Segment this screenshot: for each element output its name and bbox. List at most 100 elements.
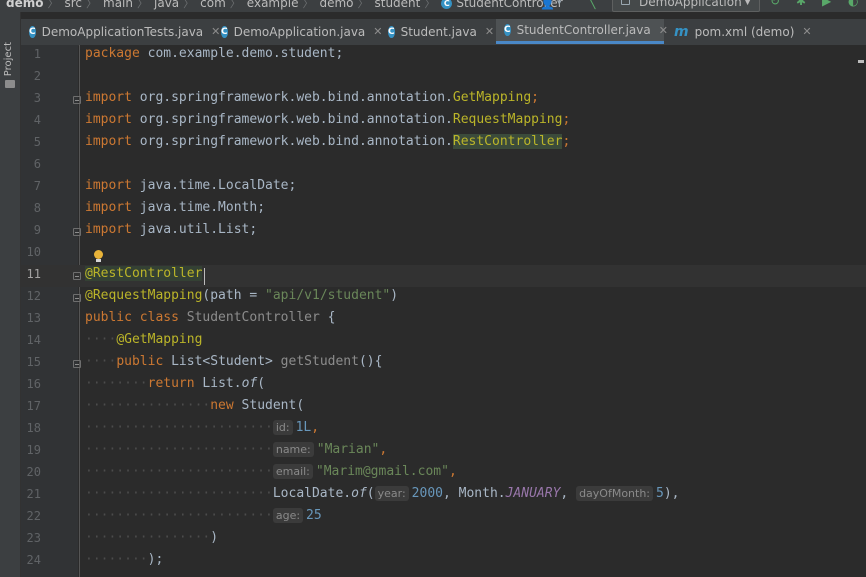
fold-marker-icon[interactable] — [73, 96, 81, 104]
line-number: 2 — [33, 69, 41, 83]
fold-marker-icon[interactable] — [73, 272, 81, 280]
tab-pom-xml[interactable]: m pom.xml (demo) ✕ — [666, 19, 812, 44]
import-path: org.springframework.web.bind.annotation. — [131, 134, 453, 149]
method-name: getStudent — [272, 354, 359, 369]
breadcrumb-item-example[interactable]: example — [247, 0, 299, 10]
run-configuration-label: DemoApplication — [639, 0, 742, 9]
import-path: org.springframework.web.bind.annotation. — [131, 112, 453, 127]
import-class-highlighted: RestController — [452, 134, 563, 149]
keyword: import — [85, 178, 132, 193]
return-type: List<Student> — [163, 354, 273, 369]
chevron-down-icon[interactable]: ▾ — [557, 0, 562, 8]
code-line-13: public class StudentController { — [85, 310, 335, 325]
build-hammer-icon[interactable]: ╲ — [587, 0, 595, 10]
navigation-bar: demo 〉 src 〉 main 〉 java 〉 com 〉 example 〉 dem… — [0, 0, 866, 12]
keyword: import — [85, 134, 132, 149]
code-line-4: import org.springframework.web.bind.anno… — [85, 112, 570, 127]
close-paren: ), — [663, 486, 680, 501]
line-number: 5 — [33, 135, 41, 149]
breadcrumb-separator: 〉 — [424, 0, 436, 10]
expression: List. — [194, 376, 242, 391]
code-line-8: import java.time.Month; — [85, 200, 265, 215]
breadcrumb-item-java[interactable]: java — [154, 0, 179, 10]
fold-marker-icon[interactable] — [73, 294, 81, 302]
run-configuration-select[interactable]: DemoApplication ▼ — [612, 0, 760, 12]
line-number: 13 — [26, 311, 41, 325]
class-name: StudentController — [178, 310, 320, 325]
string-literal: "Marim@gmail.com" — [315, 464, 449, 479]
code-line-11: @RestController — [85, 266, 203, 281]
line-number: 14 — [26, 333, 41, 347]
breadcrumb-item-com[interactable]: com — [200, 0, 226, 10]
tab-student[interactable]: C Student.java ✕ — [380, 19, 494, 44]
class-icon: C — [504, 24, 511, 36]
class-icon: C — [441, 0, 453, 9]
keyword: import — [85, 200, 132, 215]
brace: { — [319, 310, 336, 325]
keyword: new — [210, 398, 234, 413]
annotation: @GetMapping — [116, 332, 203, 347]
tab-label: StudentController.java — [516, 23, 651, 37]
profile-icon[interactable]: ◐ — [848, 0, 858, 8]
folder-icon[interactable] — [5, 80, 15, 88]
code-line-15: ····public List<Student> getStudent(){ — [85, 354, 383, 369]
run-with-coverage-icon[interactable]: ▶ — [822, 0, 831, 8]
line-number-current: 11 — [26, 267, 41, 281]
method-signature: (){ — [358, 354, 383, 369]
line-number: 12 — [26, 289, 41, 303]
line-number: 20 — [26, 465, 41, 479]
rerun-icon[interactable]: ↻ — [770, 0, 780, 8]
annotation: @RestController — [85, 266, 203, 281]
breadcrumb-separator: 〉 — [229, 0, 241, 10]
semicolon: ; — [562, 112, 571, 127]
line-number: 6 — [33, 157, 41, 171]
line-number: 10 — [26, 245, 41, 259]
paren: ( — [257, 376, 266, 391]
import-class: RequestMapping — [452, 112, 563, 127]
code-line-7: import java.time.LocalDate; — [85, 178, 296, 193]
tool-window-strip: Project — [0, 12, 21, 577]
parameter-hint: id: — [272, 420, 293, 435]
close-icon[interactable]: ✕ — [802, 25, 811, 38]
toolbar-actions: 👤 ▾ ╲ — [540, 0, 595, 10]
code-line-19: ························ name: "Marian", — [85, 442, 388, 457]
project-tool-window-button[interactable]: Project — [3, 42, 14, 76]
line-number: 8 — [33, 201, 41, 215]
tab-label: DemoApplicationTests.java — [41, 24, 204, 39]
string-literal: "Marian" — [316, 442, 380, 457]
breadcrumb-separator: 〉 — [47, 0, 59, 10]
parameter-hint: year: — [374, 486, 409, 501]
fold-marker-icon[interactable] — [73, 360, 81, 368]
code-line-24: ········); — [85, 552, 164, 567]
parameter-hint: age: — [272, 508, 304, 523]
code-line-12: @RequestMapping(path = "api/v1/student") — [85, 288, 398, 303]
maven-icon: m — [674, 23, 689, 40]
fold-marker-icon[interactable] — [73, 228, 81, 236]
keyword: import — [85, 90, 132, 105]
tab-label: DemoApplication.java — [233, 24, 366, 39]
static-method: of — [351, 486, 367, 501]
breadcrumb-item-main[interactable]: main — [103, 0, 133, 10]
scrollbar-marker[interactable] — [858, 60, 864, 63]
import-class: GetMapping — [452, 90, 532, 105]
user-icon[interactable]: 👤 — [540, 0, 555, 10]
line-number: 18 — [26, 421, 41, 435]
close-paren: ); — [147, 552, 164, 567]
parameter-hint: name: — [272, 442, 314, 457]
number-literal: 25 — [306, 508, 322, 523]
line-number: 4 — [33, 113, 41, 127]
close-icon[interactable]: ✕ — [485, 25, 494, 38]
tab-studentcontroller[interactable]: C StudentController.java ✕ — [496, 19, 668, 44]
code-line-14: ····@GetMapping — [85, 332, 203, 347]
parameter-hint: email: — [272, 464, 313, 479]
tab-demoapplication[interactable]: C DemoApplication.java ✕ — [213, 19, 383, 44]
code-line-21: ························LocalDate.of(yea… — [85, 486, 680, 501]
breadcrumb-item-demo[interactable]: demo — [6, 0, 43, 10]
tab-demoapplicationtests[interactable]: C DemoApplicationTests.java ✕ — [21, 19, 220, 44]
tab-label: Student.java — [400, 24, 477, 39]
breadcrumb-item-student[interactable]: student — [374, 0, 420, 10]
breadcrumb-item-src[interactable]: src — [64, 0, 82, 10]
lightbulb-intention-icon[interactable] — [94, 250, 103, 262]
breadcrumb-item-demo-pkg[interactable]: demo — [319, 0, 353, 10]
debug-bug-icon[interactable]: ✱ — [796, 0, 806, 8]
